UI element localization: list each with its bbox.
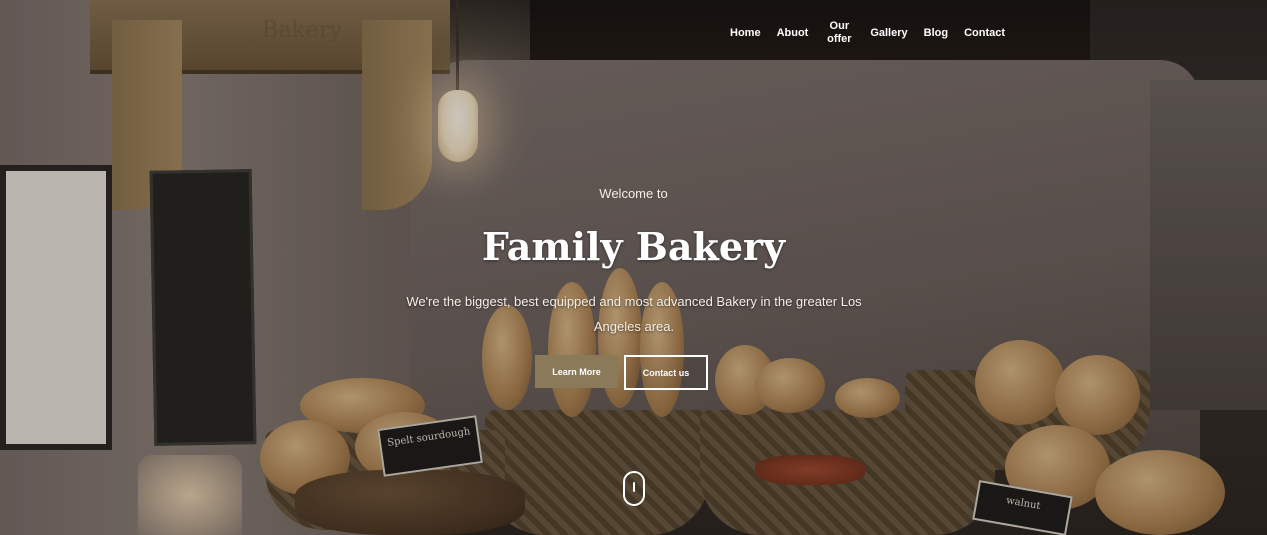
nav-item-about[interactable]: Abuot (777, 27, 809, 40)
main-nav: Home Abuot Our offer Gallery Blog Contac… (722, 16, 1013, 50)
hero-section: Spelt sourdough walnut Bakery Home Abuot… (0, 0, 1267, 535)
hero-welcome-text: Welcome to (599, 186, 668, 201)
hero-title: Family Bakery (481, 224, 786, 269)
nav-item-gallery[interactable]: Gallery (870, 27, 907, 40)
learn-more-button[interactable]: Learn More (535, 355, 618, 388)
nav-item-blog[interactable]: Blog (924, 27, 948, 40)
nav-item-home[interactable]: Home (730, 27, 761, 40)
nav-item-contact[interactable]: Contact (964, 27, 1005, 40)
nav-item-our-offer[interactable]: Our offer (824, 20, 854, 46)
contact-us-button[interactable]: Contact us (624, 355, 708, 390)
hero-subtitle: We're the biggest, best equipped and mos… (406, 294, 862, 334)
learn-more-label: Learn More (552, 366, 601, 377)
scroll-down-icon[interactable] (623, 471, 645, 506)
scroll-dot-icon (633, 482, 635, 492)
contact-us-label: Contact us (642, 367, 690, 378)
brand-logo[interactable]: Bakery (262, 18, 342, 43)
